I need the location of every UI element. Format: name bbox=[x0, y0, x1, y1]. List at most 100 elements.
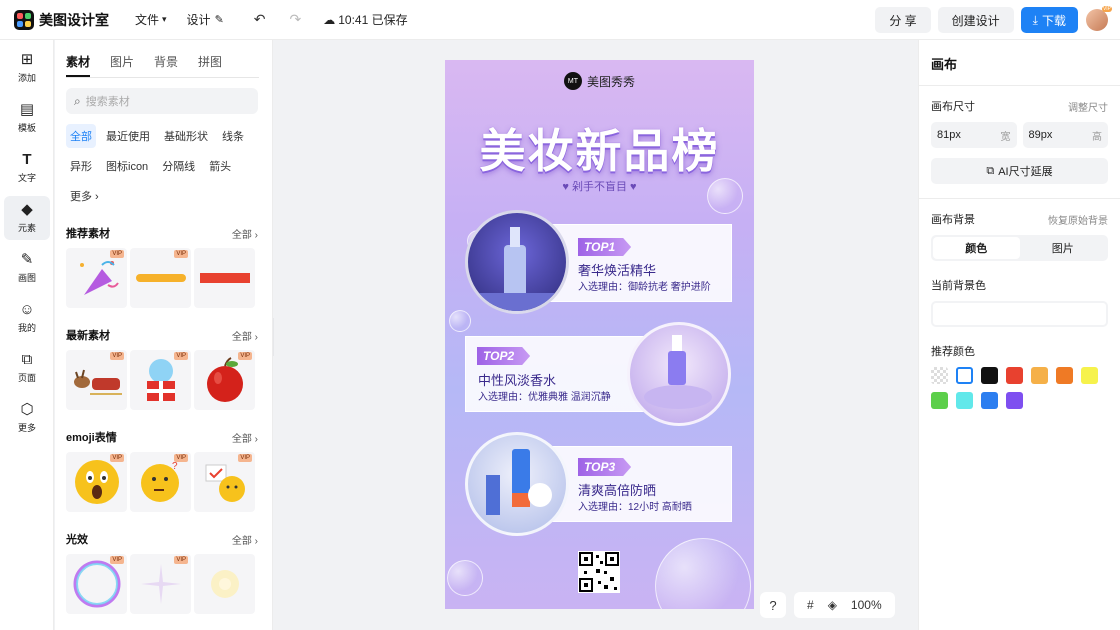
chip-all[interactable]: 全部 bbox=[66, 124, 96, 148]
tab-collage[interactable]: 拼图 bbox=[198, 53, 222, 77]
color-swatch[interactable] bbox=[981, 392, 998, 409]
asset-thumb[interactable]: VIP bbox=[130, 248, 191, 308]
see-all-label: 全部 bbox=[231, 433, 252, 445]
poster-brand: MT 美图秀秀 bbox=[445, 72, 754, 90]
nav-item-mine[interactable]: ☺ 我的 bbox=[4, 296, 50, 340]
qr-code[interactable] bbox=[578, 551, 620, 593]
vip-badge: VIP bbox=[110, 352, 124, 360]
ai-extend-button[interactable]: ⧉ AI尺寸延展 bbox=[931, 158, 1108, 184]
undo-icon[interactable]: ↶ bbox=[254, 11, 266, 28]
poster-subline[interactable]: ♥ 剁手不盲目 ♥ bbox=[445, 178, 754, 194]
avatar[interactable]: VIP bbox=[1086, 6, 1112, 31]
bg-type-switch: 颜色 图片 bbox=[931, 235, 1108, 261]
chip-lines[interactable]: 线条 bbox=[218, 124, 248, 148]
nav-item-template[interactable]: ▤ 模板 bbox=[4, 96, 50, 140]
color-swatch[interactable] bbox=[1056, 367, 1073, 384]
chip-basic-shapes[interactable]: 基础形状 bbox=[160, 124, 212, 148]
product-reason[interactable]: 入选理由：12小时 高耐晒 bbox=[578, 498, 692, 513]
see-all-link[interactable]: 全部 › bbox=[232, 430, 258, 445]
save-status: ☁ 10:41 已保存 bbox=[323, 11, 407, 28]
see-all-link[interactable]: 全部 › bbox=[232, 226, 258, 241]
product-name[interactable]: 清爽高倍防晒 bbox=[578, 480, 656, 499]
nav-item-elements[interactable]: ◆ 元素 bbox=[4, 196, 50, 240]
product-name[interactable]: 奢华焕活精华 bbox=[578, 260, 656, 279]
serum-bottle-icon bbox=[468, 227, 566, 311]
color-swatch[interactable] bbox=[1006, 392, 1023, 409]
asset-thumb[interactable]: VIP bbox=[130, 554, 191, 614]
poster-headline[interactable]: 美妆新品榜 bbox=[445, 115, 754, 181]
asset-thumb[interactable]: VIP ? bbox=[130, 452, 191, 512]
tab-materials[interactable]: 素材 bbox=[66, 53, 91, 77]
height-field[interactable]: 89px 高 bbox=[1022, 122, 1108, 148]
design-menu[interactable]: 设计 ✎ bbox=[187, 11, 224, 28]
download-button[interactable]: ⤓ 下载 bbox=[1020, 7, 1078, 33]
chip-more[interactable]: 更多 › bbox=[66, 184, 103, 208]
color-swatch[interactable] bbox=[1031, 367, 1048, 384]
chip-recent[interactable]: 最近使用 bbox=[102, 124, 154, 148]
asset-thumb[interactable]: VIP bbox=[66, 248, 127, 308]
page-icon: ⧉ bbox=[21, 351, 33, 368]
asset-thumb[interactable] bbox=[194, 554, 255, 614]
asset-thumb[interactable]: VIP bbox=[66, 350, 127, 410]
asset-thumb[interactable]: VIP bbox=[194, 452, 255, 512]
see-all-label: 全部 bbox=[231, 229, 252, 241]
poster-canvas[interactable]: MT 美图秀秀 美妆新品榜 ♥ 剁手不盲目 ♥ TOP1 奢华焕活精华 入选理由… bbox=[445, 60, 754, 609]
search-input[interactable]: ⌕ 搜索素材 bbox=[66, 88, 258, 114]
nav-item-draw[interactable]: ✎ 画图 bbox=[4, 246, 50, 290]
color-swatch[interactable] bbox=[1081, 367, 1098, 384]
divider bbox=[919, 85, 1120, 86]
nav-item-add[interactable]: ⊞ 添加 bbox=[4, 46, 50, 90]
color-swatch[interactable] bbox=[956, 392, 973, 409]
create-design-button[interactable]: 创建设计 bbox=[937, 7, 1014, 33]
chip-irregular[interactable]: 异形 bbox=[66, 154, 96, 178]
segment-image[interactable]: 图片 bbox=[1020, 237, 1107, 259]
asset-thumb[interactable]: VIP bbox=[66, 452, 127, 512]
segment-color[interactable]: 颜色 bbox=[933, 237, 1020, 259]
width-value: 81px bbox=[937, 129, 961, 141]
product-image-sunscreen[interactable] bbox=[465, 432, 569, 536]
redo-icon[interactable]: ↷ bbox=[290, 11, 302, 28]
help-button[interactable]: ? bbox=[760, 592, 786, 618]
see-all-link[interactable]: 全部 › bbox=[232, 328, 258, 343]
tab-divider bbox=[66, 77, 259, 78]
chip-arrows[interactable]: 箭头 bbox=[205, 154, 235, 178]
search-icon: ⌕ bbox=[74, 93, 81, 108]
asset-thumb[interactable]: VIP bbox=[194, 350, 255, 410]
current-color-picker[interactable] bbox=[931, 301, 1108, 327]
tab-images[interactable]: 图片 bbox=[110, 53, 134, 77]
color-swatch[interactable] bbox=[931, 392, 948, 409]
product-name[interactable]: 中性风淡香水 bbox=[478, 370, 556, 389]
product-reason[interactable]: 入选理由：优雅典雅 温润沉静 bbox=[478, 388, 611, 403]
adjust-size-link[interactable]: 调整尺寸 bbox=[1068, 99, 1108, 114]
nav-item-text[interactable]: T 文字 bbox=[4, 146, 50, 190]
brush-stroke-icon bbox=[135, 274, 186, 282]
grid-icon[interactable]: # bbox=[807, 598, 814, 612]
nav-item-pages[interactable]: ⧉ 页面 bbox=[4, 346, 50, 390]
chip-dividers[interactable]: 分隔线 bbox=[158, 154, 199, 178]
color-swatch[interactable] bbox=[1006, 367, 1023, 384]
vip-badge: VIP bbox=[110, 556, 124, 564]
color-swatch[interactable] bbox=[981, 367, 998, 384]
zoom-level[interactable]: 100% bbox=[851, 598, 882, 612]
asset-thumb[interactable] bbox=[194, 248, 255, 308]
color-swatch[interactable] bbox=[931, 367, 948, 384]
app-logo[interactable]: 美图设计室 bbox=[14, 9, 109, 30]
color-swatch[interactable] bbox=[956, 367, 973, 384]
product-reason[interactable]: 入选理由：御龄抗老 奢护进阶 bbox=[578, 278, 711, 293]
asset-thumb[interactable]: VIP bbox=[130, 350, 191, 410]
see-all-link[interactable]: 全部 › bbox=[232, 532, 258, 547]
width-field[interactable]: 81px 宽 bbox=[931, 122, 1017, 148]
asset-thumb[interactable]: VIP bbox=[66, 554, 127, 614]
chip-more-label: 更多 bbox=[70, 191, 92, 203]
layers-icon[interactable]: ◈ bbox=[828, 598, 837, 612]
nav-label: 我的 bbox=[17, 323, 36, 333]
nav-item-more[interactable]: ⬡ 更多 bbox=[4, 396, 50, 440]
product-image-perfume[interactable] bbox=[627, 322, 731, 426]
restore-bg-link[interactable]: 恢复原始背景 bbox=[1048, 212, 1108, 227]
nav-label: 元素 bbox=[17, 223, 36, 233]
tab-backgrounds[interactable]: 背景 bbox=[154, 53, 178, 77]
product-image-serum[interactable] bbox=[465, 210, 569, 314]
file-menu[interactable]: 文件 ▾ bbox=[135, 11, 167, 28]
chip-icons[interactable]: 图标icon bbox=[102, 154, 152, 178]
share-button[interactable]: 分 享 bbox=[875, 7, 931, 33]
